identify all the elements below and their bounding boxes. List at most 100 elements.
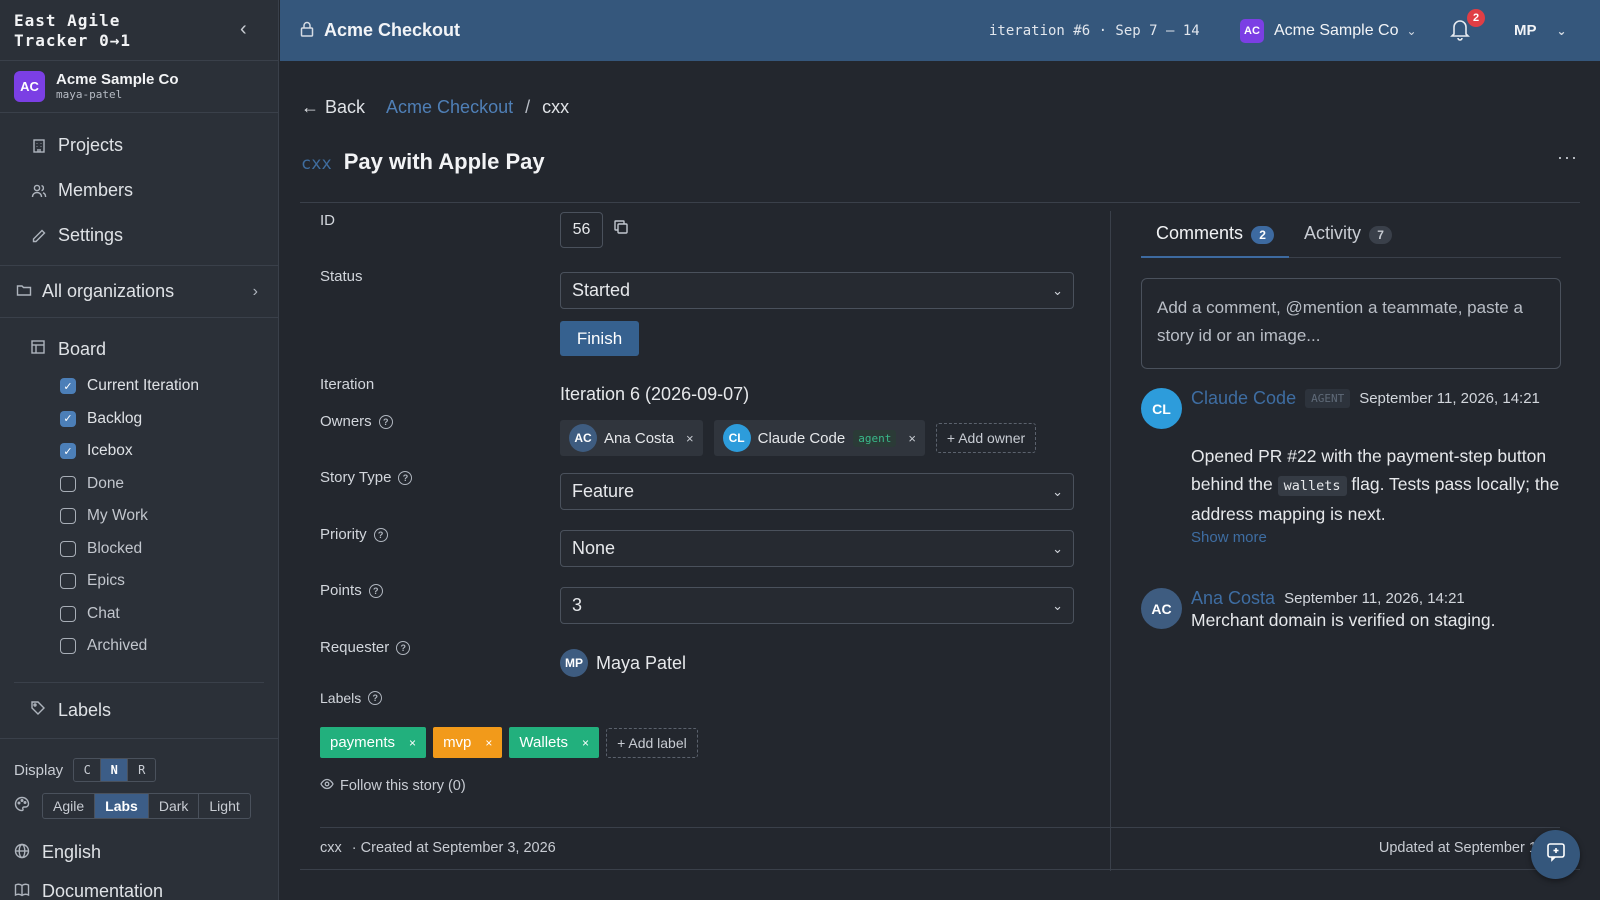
chat-icon — [1546, 842, 1566, 867]
requester[interactable]: MP Maya Patel — [560, 649, 686, 677]
comment-author[interactable]: Claude Code — [1191, 388, 1296, 409]
checkbox-empty-icon[interactable] — [60, 573, 76, 590]
board-filter-label: Done — [87, 474, 125, 492]
theme-option[interactable]: Agile — [43, 794, 96, 818]
points-select[interactable]: 3 ⌄ — [560, 587, 1074, 624]
board-filter-item[interactable]: Epics — [0, 565, 278, 598]
collapse-sidebar-icon[interactable]: ‹ — [240, 19, 256, 39]
copy-icon[interactable] — [613, 219, 629, 240]
board-filter-item[interactable]: Archived — [0, 630, 278, 663]
help-icon[interactable]: ? — [368, 583, 383, 598]
add-label-button[interactable]: + Add label — [606, 727, 698, 758]
label-tag[interactable]: payments × — [320, 727, 427, 758]
theme-option[interactable]: Labs — [95, 794, 149, 818]
board-filter-item[interactable]: ✓ Backlog — [0, 403, 278, 436]
iteration-indicator[interactable]: iteration #6 · Sep 7 – 14 — [989, 23, 1200, 39]
tab-label: Comments — [1156, 223, 1244, 243]
building-icon — [30, 137, 48, 155]
chevron-down-icon: ⌄ — [1406, 23, 1417, 38]
display-density: Display CNR — [14, 757, 264, 783]
checkbox-empty-icon[interactable] — [60, 605, 76, 622]
remove-label-icon[interactable]: × — [582, 736, 589, 750]
sidebar-item-all-organizations[interactable]: All organizations › — [0, 266, 278, 318]
board-filter-item[interactable]: Done — [0, 468, 278, 501]
chat-fab-button[interactable] — [1531, 830, 1580, 879]
remove-owner-icon[interactable]: × — [686, 431, 694, 446]
tag-icon — [30, 700, 48, 721]
arrow-left-icon: ← — [301, 97, 319, 117]
sidebar-item-projects[interactable]: Projects — [0, 123, 278, 168]
theme-option[interactable]: Dark — [149, 794, 200, 818]
lock-icon — [300, 21, 314, 41]
follow-story-button[interactable]: Follow this story (0) — [320, 778, 466, 794]
brand[interactable]: East Agile Tracker 0→1 ‹ — [0, 0, 278, 61]
owner-chip[interactable]: CL Claude Code agent × — [713, 420, 925, 456]
remove-label-icon[interactable]: × — [485, 736, 492, 750]
story-title[interactable]: Pay with Apple Pay — [344, 149, 545, 175]
board-filter-item[interactable]: ✓ Icebox — [0, 435, 278, 468]
sidebar-item-labels[interactable]: Labels — [14, 682, 264, 738]
remove-label-icon[interactable]: × — [409, 736, 416, 750]
board-filter-label: Chat — [87, 604, 120, 622]
chevron-down-icon: ⌄ — [1052, 597, 1063, 613]
owner-chip[interactable]: AC Ana Costa × — [560, 420, 703, 456]
breadcrumb-separator: / — [525, 97, 531, 117]
org-switcher[interactable]: AC Acme Sample Co maya-patel — [0, 61, 278, 113]
display-option[interactable]: C — [74, 759, 102, 781]
board-filter-item[interactable]: Blocked — [0, 533, 278, 566]
finish-button[interactable]: Finish — [560, 321, 639, 356]
sidebar-item-settings[interactable]: Settings — [0, 213, 278, 258]
checkbox-checked-icon[interactable]: ✓ — [60, 410, 76, 427]
remove-owner-icon[interactable]: × — [908, 431, 916, 446]
checkbox-empty-icon[interactable] — [60, 475, 76, 492]
tab-comments[interactable]: Comments 2 — [1141, 216, 1290, 258]
help-icon[interactable]: ? — [373, 527, 388, 542]
chevron-right-icon: › — [252, 282, 258, 300]
label-tag[interactable]: mvp × — [433, 727, 503, 758]
checkbox-checked-icon[interactable]: ✓ — [60, 378, 76, 395]
theme-option[interactable]: Light — [199, 794, 249, 818]
inline-code: wallets — [1277, 476, 1347, 496]
checkbox-empty-icon[interactable] — [60, 540, 76, 557]
display-option[interactable]: R — [128, 759, 155, 781]
board-header[interactable]: Board — [0, 328, 278, 370]
help-icon[interactable]: ? — [378, 414, 393, 429]
more-options-icon[interactable]: ··· — [1557, 147, 1578, 168]
breadcrumb-project-link[interactable]: Acme Checkout — [386, 97, 513, 118]
board-filter-item[interactable]: My Work — [0, 500, 278, 533]
sidebar-item-members[interactable]: Members — [0, 168, 278, 213]
comment-item: CL Claude Code AGENT September 11, 2026,… — [1141, 388, 1561, 558]
help-icon[interactable]: ? — [396, 640, 411, 655]
add-owner-button[interactable]: + Add owner — [935, 423, 1037, 453]
label-tag[interactable]: Wallets × — [509, 727, 600, 758]
board-filter-item[interactable]: Chat — [0, 598, 278, 631]
comment-date: September 11, 2026, 14:21 — [1359, 390, 1540, 407]
documentation-link[interactable]: Documentation — [14, 874, 264, 900]
help-icon[interactable]: ? — [398, 470, 413, 485]
comment-header: Claude Code AGENT September 11, 2026, 14… — [1191, 388, 1540, 409]
checkbox-empty-icon[interactable] — [60, 638, 76, 655]
checkbox-empty-icon[interactable] — [60, 508, 76, 525]
show-more-link[interactable]: Show more — [1191, 528, 1561, 548]
status-select[interactable]: Started ⌄ — [560, 272, 1074, 309]
story-type-select[interactable]: Feature ⌄ — [560, 473, 1074, 510]
comment-item: AC Ana Costa September 11, 2026, 14:21 M… — [1141, 588, 1561, 648]
back-button[interactable]: ← Back — [301, 97, 365, 118]
help-icon[interactable]: ? — [368, 691, 383, 705]
priority-select[interactable]: None ⌄ — [560, 530, 1074, 567]
display-option[interactable]: N — [101, 759, 129, 781]
tab-activity[interactable]: Activity 7 — [1289, 216, 1407, 258]
language-selector[interactable]: English — [14, 835, 264, 870]
project-title[interactable]: Acme Checkout — [324, 20, 460, 41]
checkbox-checked-icon[interactable]: ✓ — [60, 443, 76, 460]
comment-input[interactable]: Add a comment, @mention a teammate, past… — [1141, 278, 1561, 369]
user-menu[interactable]: MP ⌄ — [1514, 22, 1567, 39]
org-selector[interactable]: AC Acme Sample Co ⌄ — [1240, 18, 1417, 43]
tab-label: Activity — [1304, 223, 1362, 243]
org-avatar: AC — [14, 71, 45, 102]
board-filter-item[interactable]: ✓ Current Iteration — [0, 370, 278, 403]
label-name: payments — [330, 734, 396, 751]
sidebar: East Agile Tracker 0→1 ‹ AC Acme Sample … — [0, 0, 279, 900]
comments-count-badge: 2 — [1251, 226, 1275, 244]
iteration-value[interactable]: Iteration 6 (2026-09-07) — [560, 384, 749, 405]
